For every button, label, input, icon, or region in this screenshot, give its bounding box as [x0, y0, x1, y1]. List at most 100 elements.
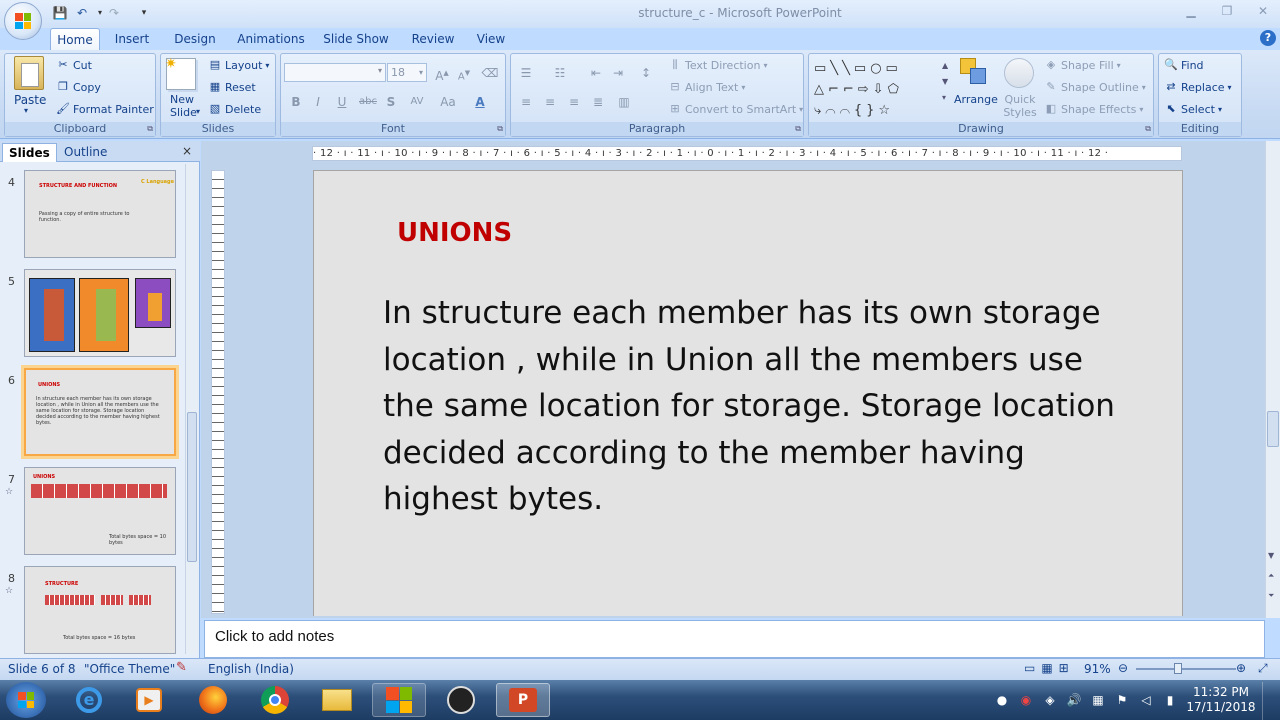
new-slide-button[interactable]: New Slide: [170, 93, 210, 119]
align-text-button[interactable]: ⊟ Align Text ▾: [668, 80, 745, 94]
grow-font-icon[interactable]: A▲: [432, 64, 452, 83]
text-shadow-button[interactable]: S: [381, 93, 401, 111]
cut-button[interactable]: ✂ Cut: [56, 58, 92, 72]
font-color-icon[interactable]: A: [470, 93, 490, 111]
language-indicator[interactable]: English (India): [208, 662, 294, 676]
office-app-icon[interactable]: [372, 683, 426, 717]
tab-animations[interactable]: Animations: [236, 28, 306, 51]
scrollbar-thumb[interactable]: [187, 412, 197, 562]
chrome-icon[interactable]: [248, 683, 302, 717]
dialog-launcher-icon[interactable]: ⧉: [147, 124, 153, 134]
new-slide-dropdown-icon[interactable]: ▾: [196, 107, 200, 116]
shape-fill-button[interactable]: ◈ Shape Fill ▾: [1044, 58, 1121, 72]
bold-button[interactable]: B: [286, 93, 306, 111]
paragraph-dialog-launcher-icon[interactable]: ⧉: [795, 124, 801, 134]
align-center-icon[interactable]: ≡: [540, 93, 560, 111]
previous-slide-icon[interactable]: ⏶: [1268, 571, 1274, 581]
font-dialog-launcher-icon[interactable]: ⧉: [497, 124, 503, 134]
vertical-ruler[interactable]: [211, 170, 225, 614]
text-direction-button[interactable]: ⫼ Text Direction ▾: [668, 58, 767, 72]
align-left-icon[interactable]: ≡: [516, 93, 536, 111]
drawing-dialog-launcher-icon[interactable]: ⧉: [1145, 124, 1151, 134]
tab-insert[interactable]: Insert: [108, 28, 156, 51]
paste-icon[interactable]: [14, 56, 44, 90]
shape-effects-button[interactable]: ◧ Shape Effects ▾: [1044, 102, 1144, 116]
tray-signal-icon[interactable]: ▮: [1162, 692, 1178, 708]
copy-button[interactable]: ❐ Copy: [56, 80, 101, 94]
tray-speaker-icon[interactable]: 🔊: [1066, 692, 1082, 708]
customize-qat-icon[interactable]: ▾: [136, 5, 152, 21]
paste-dropdown-icon[interactable]: ▾: [24, 106, 28, 115]
tray-antivirus-icon[interactable]: ◉: [1018, 692, 1034, 708]
show-desktop-button[interactable]: [1262, 682, 1280, 720]
powerpoint-taskbar-icon[interactable]: P: [496, 683, 550, 717]
arrange-button[interactable]: Arrange: [954, 93, 998, 106]
notes-pane[interactable]: [204, 620, 1265, 658]
numbering-icon[interactable]: ☷: [550, 64, 570, 82]
tab-slides[interactable]: Slides: [2, 143, 57, 162]
fit-to-window-icon[interactable]: ⤢: [1258, 661, 1268, 676]
shape-outline-button[interactable]: ✎ Shape Outline ▾: [1044, 80, 1145, 94]
next-slide-icon[interactable]: ⏷: [1268, 591, 1274, 601]
firefox-icon[interactable]: [186, 683, 240, 717]
tab-outline[interactable]: Outline: [58, 143, 113, 162]
redo-icon[interactable]: ↷: [106, 5, 122, 21]
replace-button[interactable]: ⇄ Replace ▾: [1164, 80, 1231, 94]
zoom-slider-handle[interactable]: [1174, 663, 1182, 674]
tray-app-icon[interactable]: ◈: [1042, 692, 1058, 708]
slides-pane-scrollbar[interactable]: [185, 164, 198, 654]
increase-indent-icon[interactable]: ⇥: [608, 64, 628, 82]
slide-thumbnail-5[interactable]: [24, 269, 176, 357]
media-player-icon[interactable]: ▶: [122, 683, 176, 717]
slide-thumbnail-8[interactable]: STRUCTURE Total bytes space = 16 bytes: [24, 566, 176, 654]
tray-flag-icon[interactable]: ⚑: [1114, 692, 1130, 708]
font-family-combo[interactable]: ▾: [284, 63, 386, 82]
shrink-font-icon[interactable]: A▼: [454, 64, 474, 82]
justify-icon[interactable]: ≣: [588, 93, 608, 111]
close-icon[interactable]: ✕: [1252, 4, 1274, 20]
close-pane-icon[interactable]: ×: [182, 144, 192, 158]
file-explorer-icon[interactable]: [310, 683, 364, 717]
start-button[interactable]: [6, 682, 46, 718]
tab-home[interactable]: Home: [50, 28, 100, 51]
zoom-out-icon[interactable]: ⊖: [1118, 661, 1128, 675]
character-spacing-button[interactable]: AV: [404, 93, 430, 111]
tab-review[interactable]: Review: [406, 28, 460, 51]
restore-icon[interactable]: ❐: [1216, 4, 1238, 20]
save-icon[interactable]: 💾: [52, 5, 68, 21]
view-buttons[interactable]: ▭▦⊞: [1024, 661, 1075, 675]
decrease-indent-icon[interactable]: ⇤: [586, 64, 606, 82]
scroll-down-icon[interactable]: ▼: [1268, 551, 1274, 560]
select-button[interactable]: ⬉ Select ▾: [1164, 102, 1222, 116]
tray-volume-icon[interactable]: ◁: [1138, 692, 1154, 708]
arrange-icon[interactable]: [960, 58, 988, 90]
zoom-in-icon[interactable]: ⊕: [1236, 661, 1246, 675]
clock[interactable]: 11:32 PM 17/11/2018: [1186, 685, 1256, 715]
shapes-scroll-icon[interactable]: ▲ ▼ ▾: [942, 58, 952, 108]
layout-button[interactable]: ▤ Layout ▾: [208, 58, 270, 72]
slide-scrollbar[interactable]: ▼ ⏶ ⏷: [1265, 141, 1280, 618]
tab-view[interactable]: View: [470, 28, 512, 51]
slide-body-text[interactable]: In structure each member has its own sto…: [383, 290, 1143, 523]
zoom-level[interactable]: 91%: [1084, 662, 1111, 676]
underline-button[interactable]: U: [332, 93, 352, 111]
minimize-icon[interactable]: ▁: [1180, 4, 1202, 20]
find-button[interactable]: 🔍 Find: [1164, 58, 1203, 72]
new-slide-icon[interactable]: ✷: [165, 56, 196, 90]
convert-smartart-button[interactable]: ⊞ Convert to SmartArt ▾: [668, 102, 803, 116]
obs-icon[interactable]: [434, 683, 488, 717]
change-case-button[interactable]: Aa: [436, 93, 460, 111]
notes-placeholder[interactable]: Click to add notes: [215, 628, 334, 645]
quick-styles-button[interactable]: Quick Styles: [1000, 93, 1040, 119]
slide-title[interactable]: UNIONS: [397, 218, 512, 248]
tray-network-icon[interactable]: ▦: [1090, 692, 1106, 708]
zoom-slider[interactable]: [1136, 663, 1236, 674]
slide-thumbnail-4[interactable]: STRUCTURE AND FUNCTION C Language Passin…: [24, 170, 176, 258]
paste-button[interactable]: Paste: [14, 93, 46, 107]
spell-check-icon[interactable]: ✎: [176, 660, 187, 675]
columns-icon[interactable]: ▥: [614, 93, 634, 111]
slide-thumbnail-7[interactable]: UNIONS Total bytes space = 10 bytes: [24, 467, 176, 555]
help-icon[interactable]: ?: [1260, 30, 1276, 46]
shapes-gallery[interactable]: ▭╲╲▭○▭ △⌐⌐⇨⇩⬠ ⤷⌒⌒{}☆: [814, 58, 938, 118]
bullets-icon[interactable]: ☰: [516, 64, 536, 82]
